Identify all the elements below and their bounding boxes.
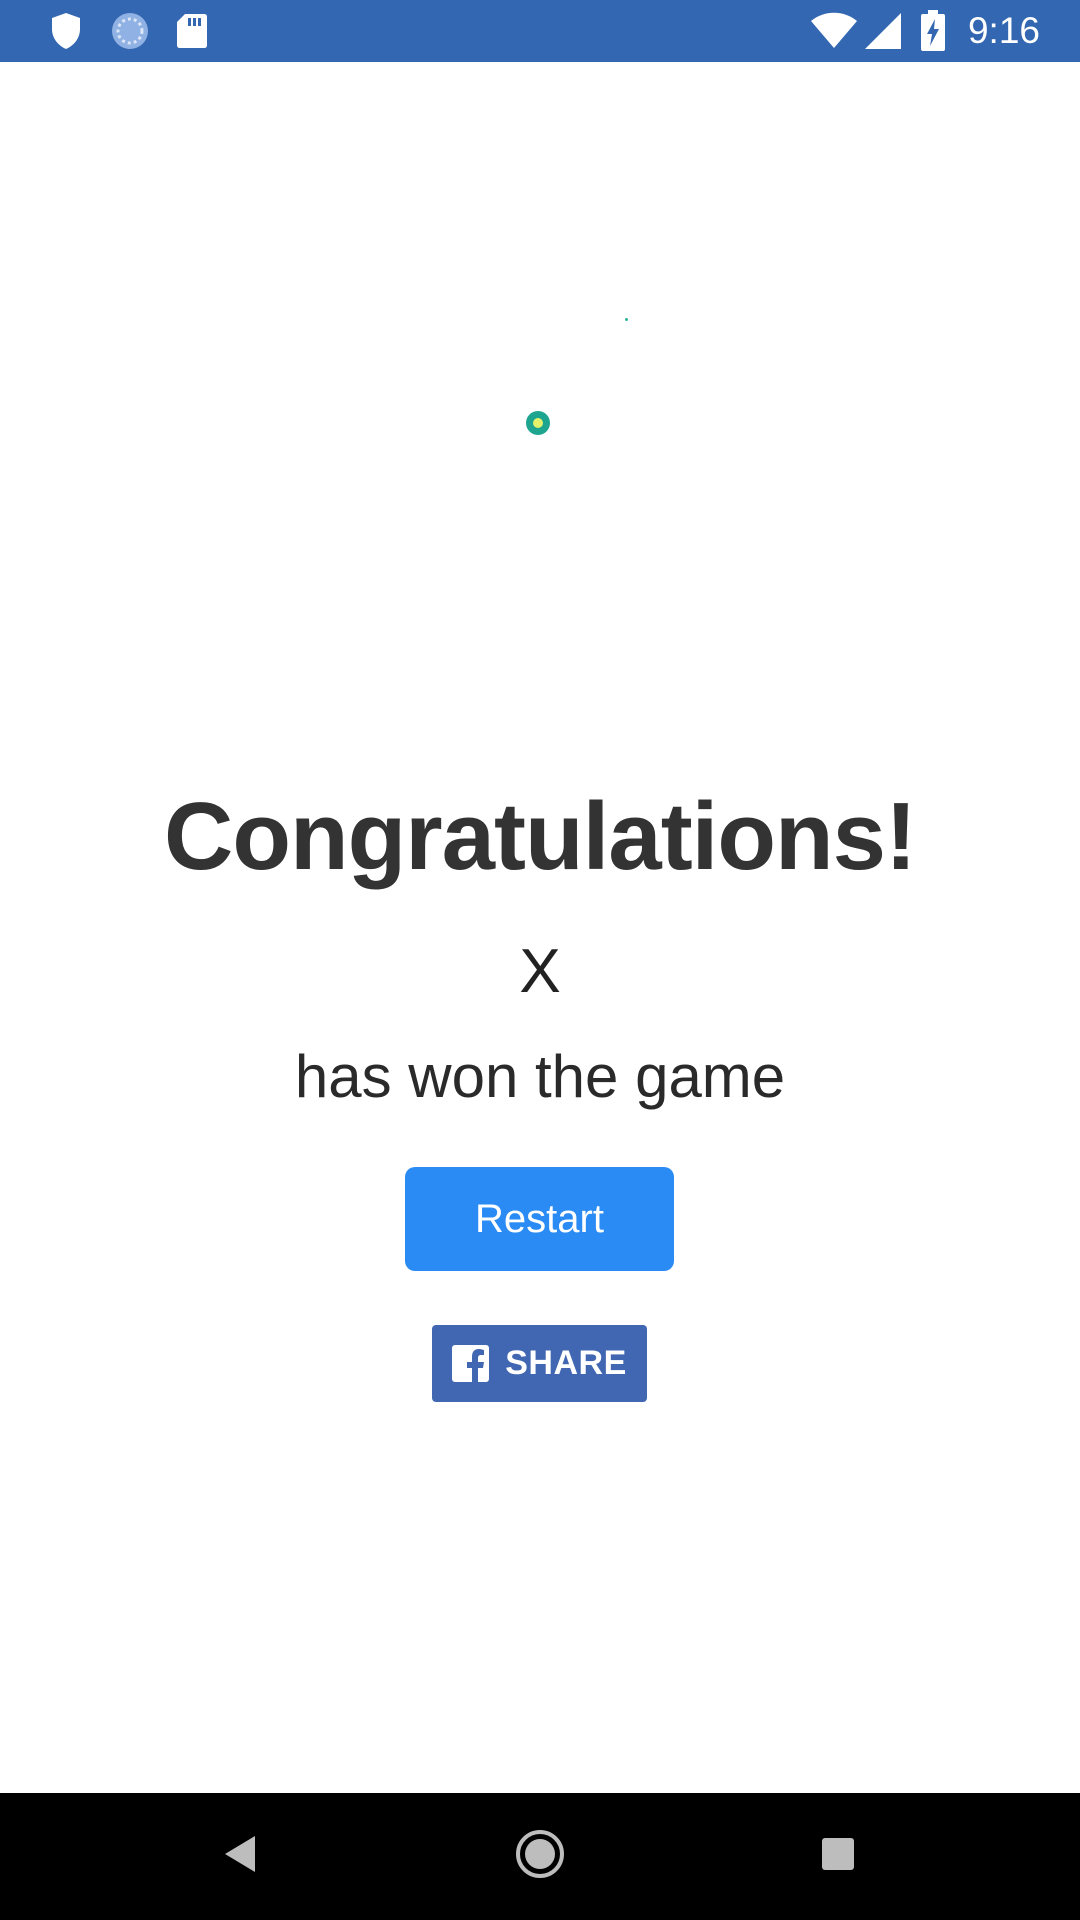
recents-icon: [821, 1837, 855, 1876]
back-button[interactable]: [180, 1793, 300, 1920]
status-time: 9:16: [967, 10, 1040, 51]
share-label: SHARE: [505, 1344, 627, 1382]
shield-icon: [50, 0, 82, 62]
restart-label: Restart: [475, 1196, 604, 1241]
sd-card-icon: [176, 0, 208, 62]
win-message: has won the game: [294, 1043, 786, 1110]
winner-name: X: [519, 937, 561, 1006]
sync-icon: [110, 0, 150, 62]
confetti-particle: [625, 318, 628, 321]
congratulations-title: Congratulations!: [164, 783, 917, 890]
navigation-bar: [0, 1793, 1080, 1920]
facebook-share-button[interactable]: SHARE: [432, 1325, 647, 1402]
confetti-particle-core: [533, 418, 543, 428]
signal-icon: [864, 0, 902, 62]
wifi-icon: [810, 0, 858, 62]
home-icon: [515, 1829, 565, 1884]
recents-button[interactable]: [778, 1793, 898, 1920]
home-button[interactable]: [480, 1793, 600, 1920]
back-icon: [222, 1834, 258, 1879]
game-over-screen: 9:16 Congratulations! X has won the game…: [0, 0, 1080, 1920]
confetti-particle: [526, 411, 550, 435]
facebook-icon: [452, 1345, 490, 1382]
restart-button[interactable]: Restart: [405, 1167, 674, 1271]
battery-charging-icon: [920, 0, 946, 62]
status-bar: 9:16: [0, 0, 1080, 62]
